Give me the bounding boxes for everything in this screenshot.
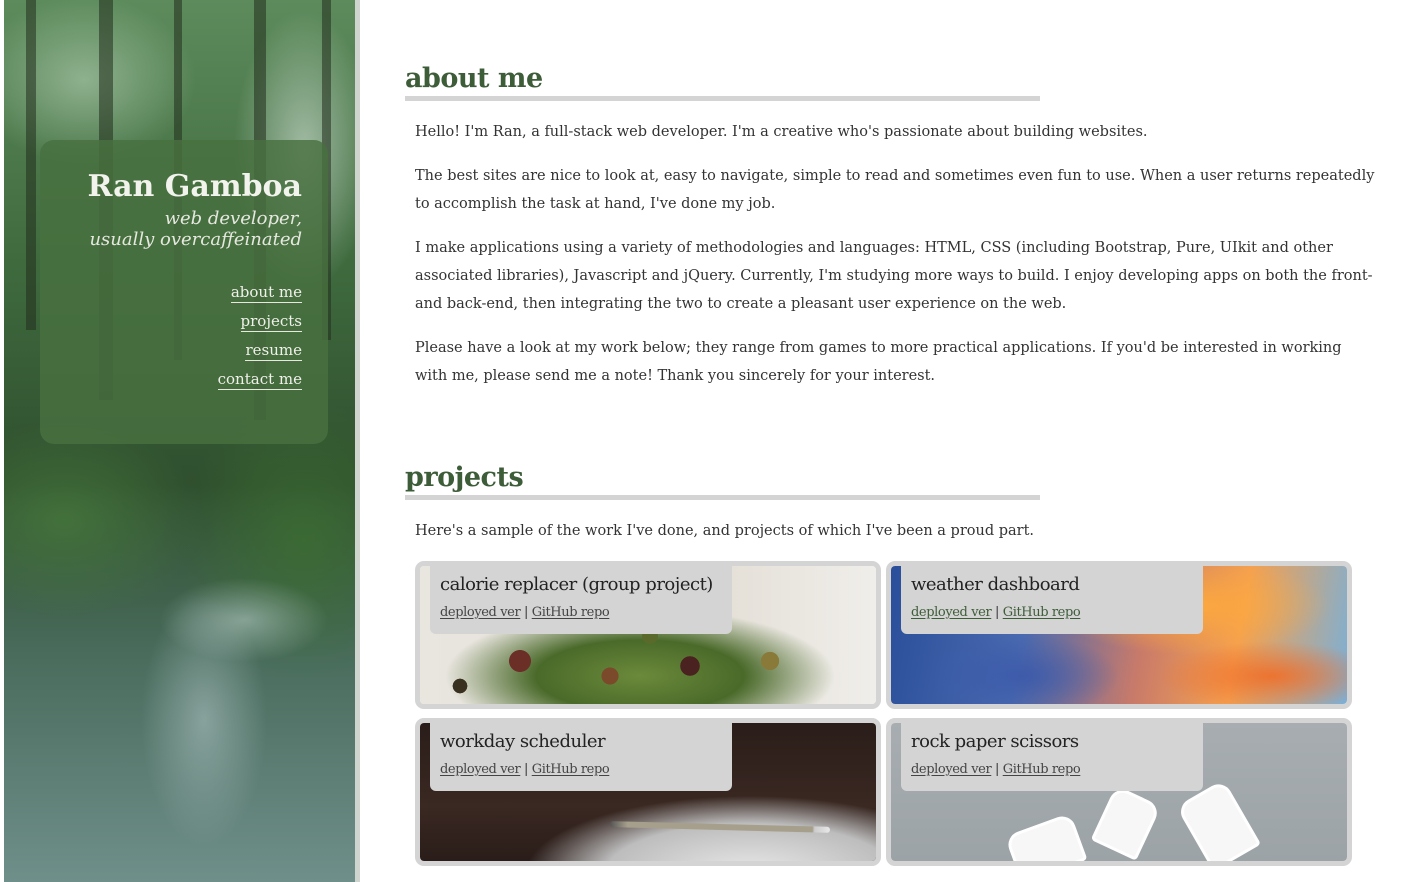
about-paragraph: Please have a look at my work below; the… (415, 340, 1342, 384)
nav-link-label: resume (245, 341, 302, 361)
github-repo-link[interactable]: GitHub repo (1003, 762, 1081, 777)
project-card-workday-scheduler: workday scheduler deployed ver | GitHub … (415, 718, 881, 866)
about-paragraph: I make applications using a variety of m… (415, 240, 1373, 312)
link-separator: | (524, 605, 528, 620)
sidebar-nav: about me projects resume contact me (60, 278, 302, 394)
project-title: rock paper scissors (911, 731, 1079, 752)
project-card-label: weather dashboard deployed ver | GitHub … (901, 566, 1203, 634)
pencil-graphic (609, 821, 831, 833)
hand-drawing (1175, 779, 1262, 861)
nav-link-label: about me (230, 283, 302, 303)
deployed-link[interactable]: deployed ver (440, 605, 521, 620)
nav-link-about-me[interactable]: about me (60, 278, 302, 307)
projects-intro: Here's a sample of the work I've done, a… (415, 523, 1035, 539)
about-section: Hello! I'm Ran, a full-stack web develop… (415, 118, 1375, 406)
project-links: deployed ver | GitHub repo (440, 602, 722, 624)
about-paragraph: Hello! I'm Ran, a full-stack web develop… (415, 124, 1148, 140)
hand-drawing (1004, 812, 1088, 861)
link-separator: | (995, 762, 999, 777)
tagline: web developer, usually overcaffeinated (60, 208, 302, 250)
project-links: deployed ver | GitHub repo (911, 759, 1193, 781)
nav-link-label: contact me (217, 370, 302, 390)
deployed-link[interactable]: deployed ver (911, 605, 992, 620)
project-title: calorie replacer (group project) (440, 574, 713, 595)
deployed-link[interactable]: deployed ver (911, 762, 992, 777)
nav-link-label: projects (240, 312, 302, 332)
github-repo-link[interactable]: GitHub repo (532, 605, 610, 620)
site-owner-name: Ran Gamboa (87, 169, 302, 204)
project-title: workday scheduler (440, 731, 606, 752)
about-heading: about me (405, 62, 1040, 101)
projects-heading: projects (405, 461, 1040, 500)
project-card-label: rock paper scissors deployed ver | GitHu… (901, 723, 1203, 791)
nav-link-contact-me[interactable]: contact me (60, 365, 302, 394)
hand-drawing (1090, 785, 1162, 861)
link-separator: | (995, 605, 999, 620)
profile-card: Ran Gamboa web developer, usually overca… (40, 140, 328, 444)
project-card-label: calorie replacer (group project) deploye… (430, 566, 732, 634)
nav-link-projects[interactable]: projects (60, 307, 302, 336)
link-separator: | (524, 762, 528, 777)
project-links: deployed ver | GitHub repo (911, 602, 1193, 624)
project-card-calorie-replacer: calorie replacer (group project) deploye… (415, 561, 881, 709)
project-links: deployed ver | GitHub repo (440, 759, 722, 781)
tagline-line-1: web developer, (164, 208, 302, 229)
github-repo-link[interactable]: GitHub repo (1003, 605, 1081, 620)
project-card-weather-dashboard: weather dashboard deployed ver | GitHub … (886, 561, 1352, 709)
forest-tree-trunk (26, 0, 36, 330)
project-card-rock-paper-scissors: rock paper scissors deployed ver | GitHu… (886, 718, 1352, 866)
project-title: weather dashboard (911, 574, 1080, 595)
nav-link-resume[interactable]: resume (60, 336, 302, 365)
sidebar: Ran Gamboa web developer, usually overca… (0, 0, 360, 882)
project-card-label: workday scheduler deployed ver | GitHub … (430, 723, 732, 791)
about-paragraph: The best sites are nice to look at, easy… (415, 168, 1375, 212)
deployed-link[interactable]: deployed ver (440, 762, 521, 777)
github-repo-link[interactable]: GitHub repo (532, 762, 610, 777)
tagline-line-2: usually overcaffeinated (89, 229, 302, 250)
